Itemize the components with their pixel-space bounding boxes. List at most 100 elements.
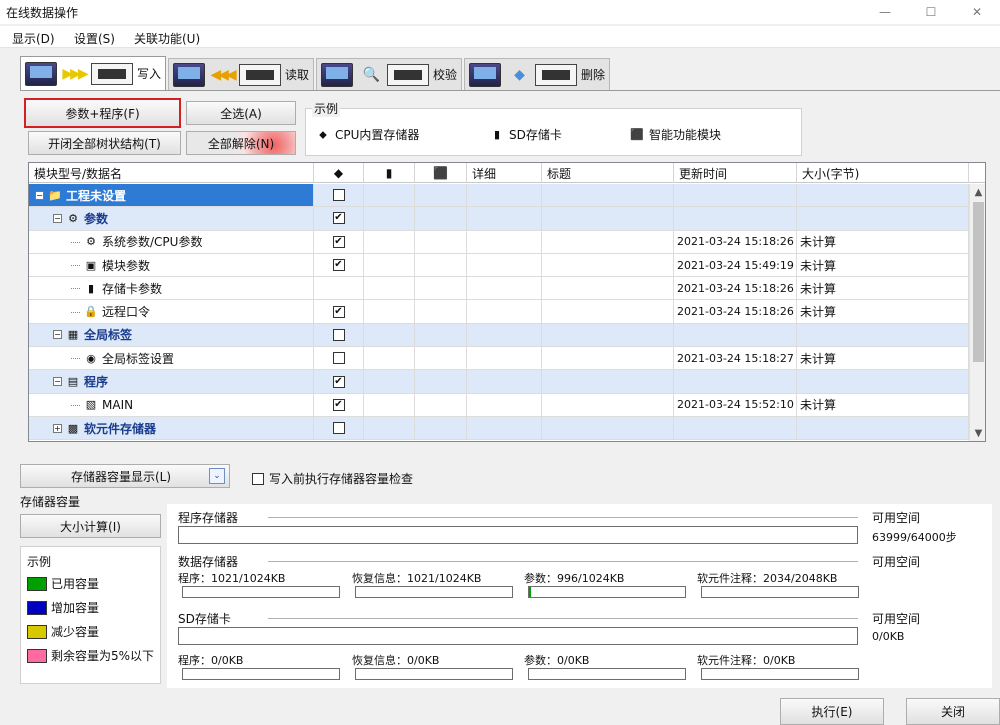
size-calc-button[interactable]: 大小计算(I) [20, 514, 161, 538]
column-header[interactable]: 标题 [542, 163, 674, 183]
execute-button[interactable]: 执行(E) [780, 698, 884, 725]
tree-expander-icon[interactable]: − [35, 190, 44, 200]
maximize-button[interactable]: ☐ [908, 0, 954, 24]
item-icon: 🔒 [84, 305, 98, 319]
column-header[interactable]: ▮ [364, 163, 415, 183]
table-row[interactable]: − 📁 工程未设置 [29, 184, 969, 208]
column-header[interactable]: 详细 [467, 163, 542, 183]
capacity-check-checkbox[interactable] [252, 472, 264, 485]
table-row[interactable]: + ▩ 软元件存储器 [29, 416, 969, 441]
column-header[interactable]: ◆ [314, 163, 364, 183]
empty-cell [467, 253, 542, 277]
available-space-label-3: 可用空间 [872, 612, 921, 626]
item-name: 软元件存储器 [84, 421, 157, 436]
cpu-memory-checkbox[interactable] [332, 328, 345, 341]
empty-cell [467, 230, 542, 253]
tree-cell[interactable]: ▮ 存储卡参数 [29, 277, 314, 300]
tab-write[interactable]: ▶▶▶ 写入 [20, 56, 167, 90]
column-header[interactable]: ⬛ [415, 163, 467, 183]
tab-verify[interactable]: 🔍 校验 [316, 58, 463, 90]
legend-intelligent-module: ⬛ 智能功能模块 [630, 128, 722, 142]
deselect-all-button[interactable]: 全部解除(N) [186, 131, 296, 155]
item-name: 远程口令 [102, 305, 151, 320]
table-row[interactable]: − ▦ 全局标签 [29, 323, 969, 348]
table-row[interactable]: − ▤ 程序 ✔ [29, 370, 969, 394]
cpu-memory-checkbox[interactable]: ✔ [332, 398, 345, 411]
tree-cell[interactable]: − ⚙ 参数 [29, 207, 314, 230]
empty-cell [542, 230, 674, 253]
close-button[interactable]: 关闭 [906, 698, 1000, 725]
toggle-tree-button[interactable]: 开闭全部树状结构(T) [28, 131, 181, 155]
table-row[interactable]: ◉ 全局标签设置 2021-03-24 15:18:27 未计算 [29, 347, 969, 371]
program-memory-label: 程序存储器 [178, 511, 239, 525]
tree-cell[interactable]: + ▩ 软元件存储器 [29, 416, 314, 440]
cpu-memory-checkbox[interactable] [332, 422, 345, 435]
item-name: 存储卡参数 [102, 281, 163, 296]
capacity-display-button[interactable]: 存储器容量显示(L) ⌄ [20, 464, 230, 488]
tree-expander-icon[interactable]: + [53, 423, 62, 433]
close-window-button[interactable]: ✕ [954, 0, 1000, 24]
tree-cell[interactable]: ⚙ 系统参数/CPU参数 [29, 230, 314, 253]
table-body: − 📁 工程未设置 − ⚙ 参数 ✔ ⚙ 系统参数/CPU参数 ✔ 2021-03-24 15:18… [29, 184, 969, 441]
tree-expander-icon[interactable]: − [53, 330, 62, 340]
cpu-memory-icon: ⬥ [319, 127, 327, 141]
tree-cell[interactable]: ▧ MAIN [29, 393, 314, 416]
capacity-legend: 示例 已用容量 增加容量 减少容量 剩余容量为5%以下 [20, 546, 161, 684]
scroll-down-icon[interactable]: ▼ [970, 425, 985, 441]
cpu-memory-checkbox[interactable]: ✔ [332, 375, 345, 388]
cpu-memory-checkbox[interactable] [332, 352, 345, 365]
table-row[interactable]: − ⚙ 参数 ✔ [29, 207, 969, 231]
size-cell: 未计算 [797, 230, 969, 253]
table-row[interactable]: ▮ 存储卡参数 2021-03-24 15:18:26 未计算 [29, 277, 969, 301]
tree-cell[interactable]: 🔒 远程口令 [29, 300, 314, 323]
scroll-thumb[interactable] [973, 202, 984, 362]
tree-cell[interactable]: − ▦ 全局标签 [29, 323, 314, 347]
cpu-memory-cell: ✔ [314, 253, 364, 277]
column-header[interactable]: 更新时间 [674, 163, 797, 183]
plc-icon [239, 63, 282, 86]
scroll-up-icon[interactable]: ▲ [970, 184, 985, 201]
data-comment-bar [701, 586, 859, 598]
tree-expander-icon[interactable]: − [53, 377, 62, 387]
table-scrollbar[interactable]: ▲ ▼ [969, 184, 985, 441]
cpu-memory-checkbox[interactable] [332, 189, 345, 202]
table-row[interactable]: 🔒 远程口令 ✔ 2021-03-24 15:18:26 未计算 [29, 300, 969, 324]
table-header: 模块型号/数据名 ◆ ▮ ⬛ 详细 标题 更新时间 大小(字节) [29, 163, 985, 183]
empty-cell [467, 277, 542, 300]
tree-cell[interactable]: ▣ 模块参数 [29, 253, 314, 277]
cpu-memory-checkbox[interactable]: ✔ [332, 259, 345, 272]
cpu-memory-cell: ✔ [314, 393, 364, 416]
table-row[interactable]: ▧ MAIN ✔ 2021-03-24 15:52:10 未计算 [29, 393, 969, 417]
size-cell: 未计算 [797, 277, 969, 300]
tab-read[interactable]: ◀◀◀ 读取 [168, 58, 315, 90]
cpu-memory-checkbox[interactable]: ✔ [332, 235, 345, 248]
empty-cell [415, 393, 467, 416]
tab-delete[interactable]: ◆ 删除 [464, 58, 611, 90]
menu-display[interactable]: 显示(D) [12, 30, 55, 47]
data-memory-program: 程序：1021/1024KB [178, 572, 286, 585]
tree-cell[interactable]: − ▤ 程序 [29, 370, 314, 393]
size-cell: 未计算 [797, 347, 969, 370]
tree-cell[interactable]: − 📁 工程未设置 [29, 184, 314, 207]
transfer-arrow-icon: ◆ [514, 66, 525, 83]
cpu-memory-cell [314, 277, 364, 300]
column-header[interactable]: 大小(字节) [797, 163, 969, 183]
cpu-memory-checkbox[interactable]: ✔ [332, 212, 345, 225]
cpu-memory-cell [314, 184, 364, 207]
menu-related-functions[interactable]: 关联功能(U) [134, 30, 200, 47]
menu-settings[interactable]: 设置(S) [74, 30, 115, 47]
cpu-memory-checkbox[interactable]: ✔ [332, 305, 345, 318]
column-header[interactable]: 模块型号/数据名 [29, 163, 314, 183]
empty-cell [364, 323, 415, 347]
tree-expander-icon[interactable]: − [53, 213, 62, 223]
tree-cell[interactable]: ◉ 全局标签设置 [29, 347, 314, 370]
param-program-button[interactable]: 参数+程序(F) [24, 98, 181, 128]
minimize-button[interactable]: — [862, 0, 908, 24]
table-row[interactable]: ⚙ 系统参数/CPU参数 ✔ 2021-03-24 15:18:26 未计算 [29, 230, 969, 254]
table-row[interactable]: ▣ 模块参数 ✔ 2021-03-24 15:49:19 未计算 [29, 253, 969, 278]
intelligent-module-icon: ⬛ [630, 128, 644, 141]
capacity-check-option[interactable]: 写入前执行存储器容量检查 [252, 470, 413, 487]
select-all-button[interactable]: 全选(A) [186, 101, 296, 125]
sd-program-bar [182, 668, 340, 680]
item-name: MAIN [102, 397, 134, 412]
